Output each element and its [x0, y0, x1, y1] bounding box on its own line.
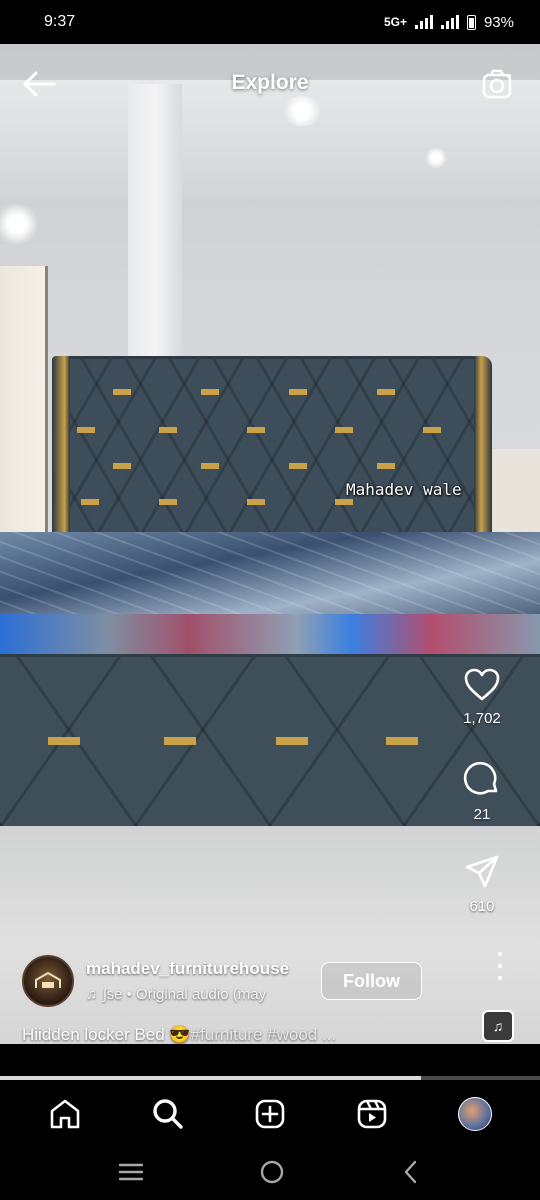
- author-username[interactable]: mahadev_furniturehouse: [86, 959, 289, 979]
- music-note-icon: ♫: [492, 1018, 504, 1034]
- audio-info[interactable]: ♫ ʃse • Original audio (may: [86, 986, 289, 1003]
- more-vertical-icon: [498, 952, 502, 956]
- headboard-gold-strip: [201, 463, 219, 469]
- nav-profile[interactable]: [451, 1090, 499, 1138]
- nav-create[interactable]: [246, 1090, 294, 1138]
- nav-search[interactable]: [144, 1090, 192, 1138]
- headboard-gold-strip: [247, 427, 265, 433]
- video-progress-fill: [0, 1076, 422, 1080]
- back-chevron-icon[interactable]: [399, 1159, 423, 1185]
- music-note-icon: ♫: [86, 986, 98, 1003]
- headboard-gold-strip: [77, 427, 95, 433]
- audio-thumbnail[interactable]: ♫: [482, 1010, 514, 1042]
- logo-icon: [35, 971, 61, 988]
- caption-text: Hiidden locker Bed 😎: [22, 1025, 191, 1044]
- back-button[interactable]: [20, 66, 60, 102]
- share-action[interactable]: 610: [444, 854, 520, 915]
- base-gold-strip: [164, 737, 196, 745]
- send-icon[interactable]: [464, 854, 500, 890]
- camera-button[interactable]: [480, 66, 516, 102]
- heart-icon[interactable]: [463, 668, 501, 702]
- base-gold-strip: [48, 737, 80, 745]
- comment-icon[interactable]: [463, 760, 501, 798]
- base-gold-strip: [386, 737, 418, 745]
- plus-square-icon: [255, 1099, 285, 1129]
- recent-apps-icon[interactable]: [117, 1160, 145, 1184]
- comment-action[interactable]: 21: [444, 760, 520, 823]
- video-progress-bar[interactable]: [0, 1076, 540, 1080]
- home-icon: [50, 1099, 80, 1129]
- headboard-gold-strip: [335, 427, 353, 433]
- nav-reels[interactable]: [348, 1090, 396, 1138]
- headboard-gold-strip: [159, 499, 177, 505]
- headboard-gold-strip: [113, 389, 131, 395]
- author-avatar[interactable]: [22, 955, 74, 1007]
- headboard-gold-strip: [81, 499, 99, 505]
- like-action[interactable]: 1,702: [444, 668, 520, 727]
- signal-icon: [414, 15, 433, 29]
- battery-percent: 93%: [483, 13, 514, 31]
- headboard-gold-strip: [201, 389, 219, 395]
- video-watermark: Mahadev wale: [346, 480, 462, 499]
- nav-home[interactable]: [41, 1090, 89, 1138]
- status-bar: 9:37 5G+ 93%: [0, 0, 540, 44]
- page-title: Explore: [231, 71, 309, 94]
- signal-icon: [440, 15, 459, 29]
- post-caption[interactable]: Hiidden locker Bed 😎#furniture #wood ...: [22, 1025, 336, 1045]
- floor: [0, 804, 540, 1044]
- headboard-gold-strip: [113, 463, 131, 469]
- status-time: 9:37: [44, 13, 76, 30]
- search-icon: [152, 1099, 183, 1129]
- mattress-side-label: [0, 614, 540, 656]
- battery-icon: [466, 14, 476, 30]
- like-count: 1,702: [463, 710, 501, 727]
- top-bar: Explore: [0, 44, 540, 122]
- headboard-wing-left: [52, 356, 70, 556]
- share-count: 610: [469, 898, 495, 915]
- headboard-gold-strip: [247, 499, 265, 505]
- ceiling-light: [0, 204, 40, 244]
- system-nav-bar: [0, 1144, 540, 1200]
- home-circle-icon[interactable]: [258, 1158, 286, 1186]
- pillar: [128, 84, 182, 384]
- headboard-gold-strip: [289, 389, 307, 395]
- bottom-nav: [0, 1084, 540, 1144]
- post-author: mahadev_furniturehouse ♫ ʃse • Original …: [22, 955, 289, 1007]
- more-options-button[interactable]: [490, 952, 510, 980]
- headboard-gold-strip: [377, 463, 395, 469]
- status-indicators: 5G+ 93%: [384, 14, 514, 31]
- ceiling-light: [424, 148, 448, 168]
- follow-button[interactable]: Follow: [321, 962, 422, 1000]
- bed-headboard: [52, 356, 492, 546]
- arrow-left-icon: [23, 71, 56, 97]
- headboard-gold-strip: [335, 499, 353, 505]
- comment-count: 21: [473, 806, 491, 823]
- audio-title: ʃse • Original audio (may: [103, 986, 267, 1003]
- author-text: mahadev_furniturehouse ♫ ʃse • Original …: [86, 959, 289, 1003]
- camera-icon: [482, 69, 512, 99]
- reels-icon: [358, 1099, 387, 1129]
- headboard-gold-strip: [423, 427, 441, 433]
- headboard-wing-right: [474, 356, 492, 556]
- base-gold-strip: [276, 737, 308, 745]
- network-type: 5G+: [383, 15, 407, 29]
- cabinet: [0, 266, 48, 546]
- caption-tags: #furniture #wood ...: [190, 1025, 337, 1044]
- profile-avatar: [457, 1097, 492, 1131]
- headboard-gold-strip: [377, 389, 395, 395]
- headboard-gold-strip: [289, 463, 307, 469]
- headboard-gold-strip: [159, 427, 177, 433]
